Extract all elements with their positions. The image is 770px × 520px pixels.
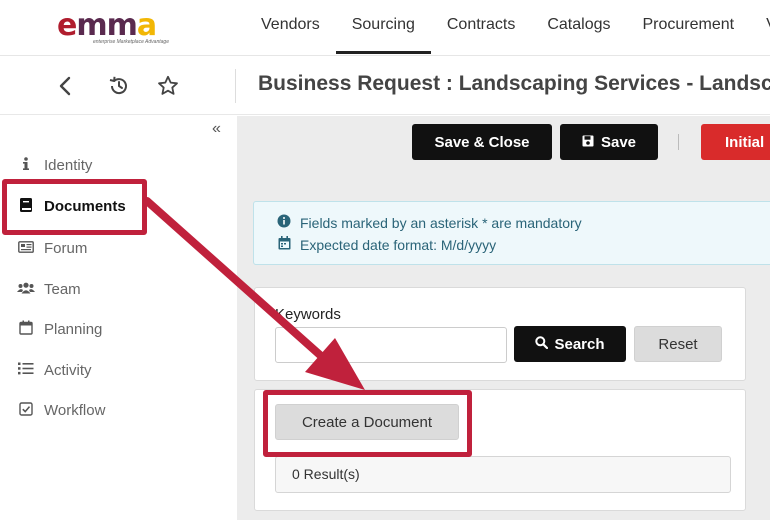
annotation-arrow [143, 197, 365, 390]
